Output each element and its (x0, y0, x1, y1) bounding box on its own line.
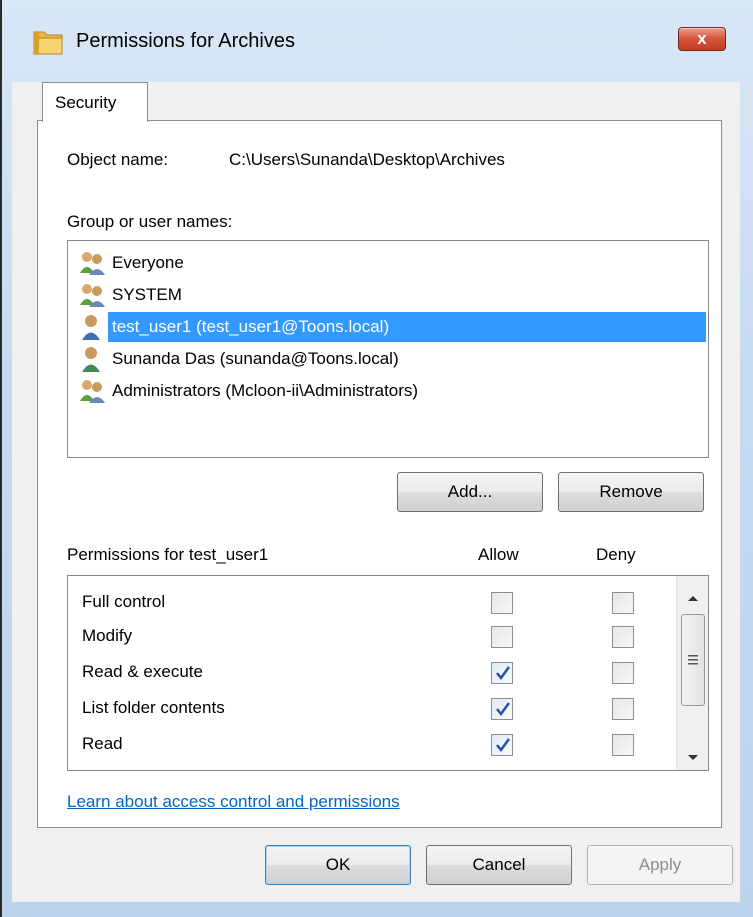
permission-name: Modify (82, 626, 133, 645)
permission-name: Full control (82, 592, 166, 611)
permission-row-read-execute: Read & execute (82, 656, 672, 690)
permission-row-full-control: Full control (82, 586, 672, 620)
window-title: Permissions for Archives (76, 30, 295, 52)
deny-checkbox[interactable] (612, 734, 634, 756)
tab-security[interactable]: Security (42, 82, 148, 122)
list-item-label: test_user1 (test_user1@Toons.local) (108, 312, 706, 342)
permission-row-read: Read (82, 728, 672, 762)
permission-row-list-folder-contents: List folder contents (82, 692, 672, 726)
folder-icon (32, 28, 64, 56)
group-user-names-label: Group or user names: (67, 212, 233, 231)
list-item-label: Sunanda Das (sunanda@Toons.local) (112, 349, 399, 368)
permissions-list[interactable]: Full control Modify Read & execute List … (67, 575, 709, 771)
checkmark-icon (496, 666, 511, 681)
permissions-for-label: Permissions for test_user1 (67, 545, 269, 564)
checkmark-icon (496, 702, 511, 717)
list-item-everyone[interactable]: Everyone (78, 247, 706, 279)
deny-checkbox[interactable] (612, 592, 634, 614)
list-item-label: SYSTEM (112, 285, 182, 304)
checkmark-icon (496, 738, 511, 753)
allow-checkbox[interactable] (491, 626, 513, 648)
title-bar[interactable]: Permissions for Archives (2, 0, 753, 82)
object-name-value: C:\Users\Sunanda\Desktop\Archives (229, 150, 505, 169)
permissions-scrollbar[interactable] (676, 576, 708, 770)
permission-name: Read & execute (82, 662, 203, 681)
deny-checkbox[interactable] (612, 770, 634, 771)
allow-column-header: Allow (478, 545, 519, 564)
allow-checkbox[interactable] (491, 592, 513, 614)
grip-icon (688, 655, 698, 665)
add-button[interactable]: Add... (397, 472, 543, 512)
apply-button[interactable]: Apply (587, 845, 733, 885)
deny-column-header: Deny (596, 545, 636, 564)
allow-checkbox[interactable] (491, 734, 513, 756)
single-user-icon (78, 345, 108, 373)
group-users-icon (78, 249, 108, 277)
ok-button[interactable]: OK (265, 845, 411, 885)
object-name-label: Object name: (67, 150, 169, 169)
close-button[interactable]: x (678, 27, 726, 51)
allow-checkbox[interactable] (491, 662, 513, 684)
single-user-icon (78, 313, 108, 341)
scroll-down-arrow-icon[interactable] (686, 748, 700, 760)
list-item-administrators[interactable]: Administrators (Mcloon-ii\Administrators… (78, 375, 706, 407)
scrollbar-thumb[interactable] (681, 614, 705, 706)
permission-name: List folder contents (82, 698, 225, 717)
group-users-icon (78, 377, 108, 405)
list-item-test-user1[interactable]: test_user1 (test_user1@Toons.local) (78, 311, 706, 343)
allow-checkbox[interactable] (491, 770, 513, 771)
permission-row-modify: Modify (82, 620, 672, 654)
group-users-icon (78, 281, 108, 309)
group-user-listbox[interactable]: Everyone SYSTEM test_user1 (test_user1@T… (67, 240, 709, 458)
deny-checkbox[interactable] (612, 698, 634, 720)
learn-access-control-link[interactable]: Learn about access control and permissio… (67, 792, 400, 812)
deny-checkbox[interactable] (612, 662, 634, 684)
permission-row-partial (82, 764, 672, 771)
permission-name: Read (82, 734, 123, 753)
scroll-up-arrow-icon[interactable] (686, 588, 700, 601)
allow-checkbox[interactable] (491, 698, 513, 720)
list-item-system[interactable]: SYSTEM (78, 279, 706, 311)
list-item-label: Everyone (112, 253, 184, 272)
list-item-sunanda-das[interactable]: Sunanda Das (sunanda@Toons.local) (78, 343, 706, 375)
cancel-button[interactable]: Cancel (426, 845, 572, 885)
list-item-label: Administrators (Mcloon-ii\Administrators… (112, 381, 419, 400)
remove-button[interactable]: Remove (558, 472, 704, 512)
deny-checkbox[interactable] (612, 626, 634, 648)
